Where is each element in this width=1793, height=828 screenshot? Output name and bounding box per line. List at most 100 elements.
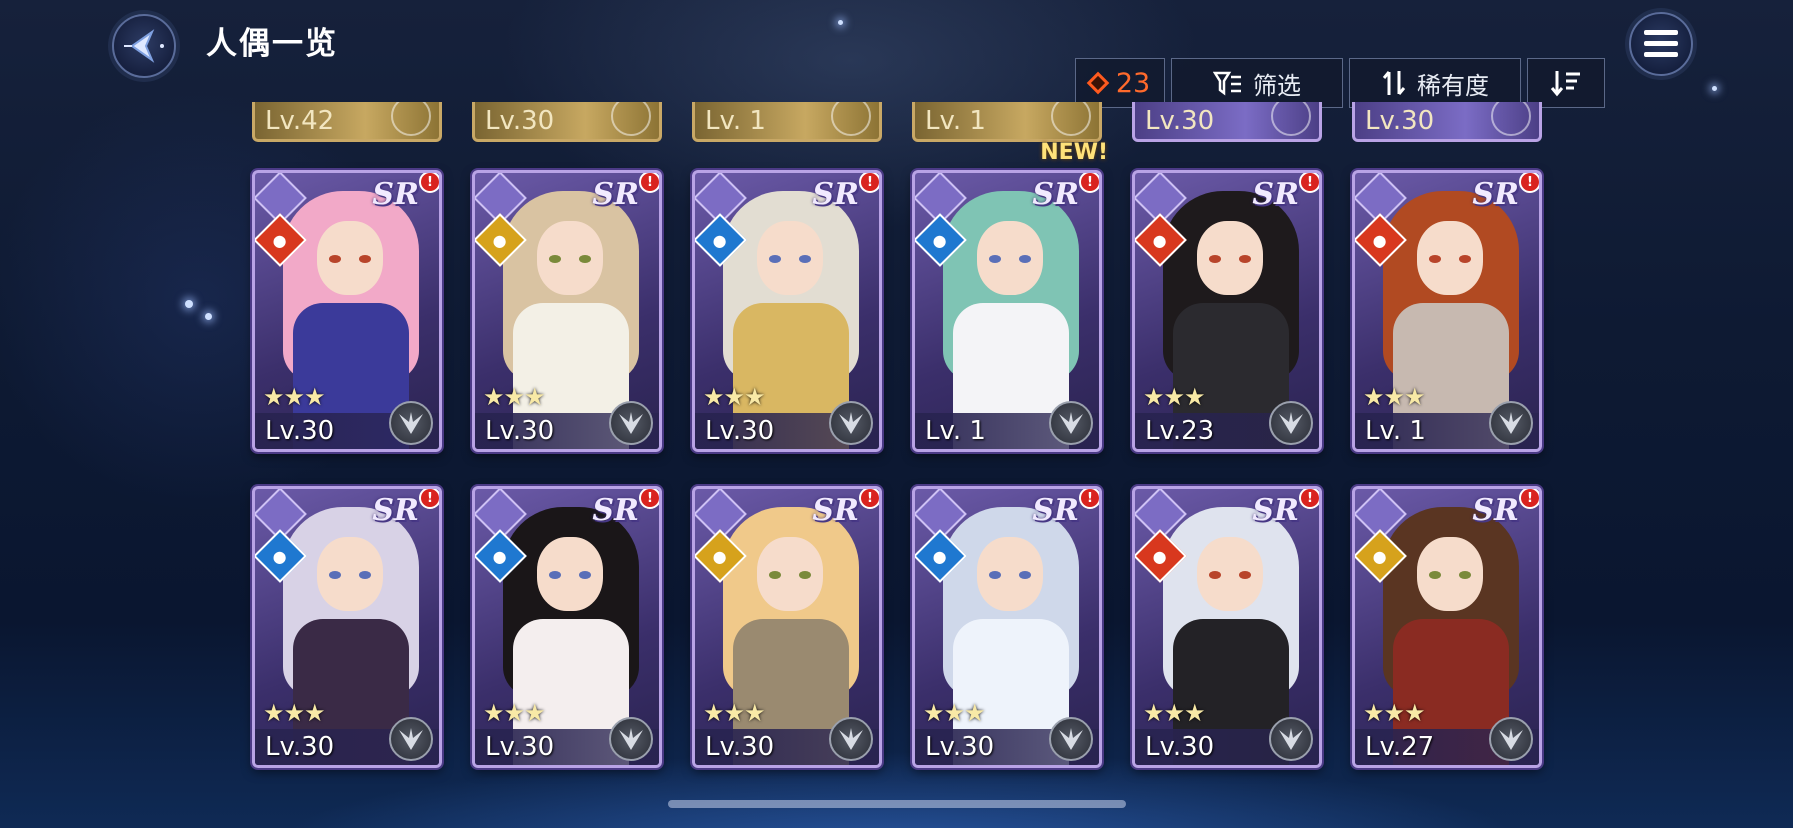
character-eye — [799, 255, 811, 263]
alert-badge-icon: ! — [859, 489, 879, 509]
character-face — [537, 537, 603, 611]
doll-card[interactable]: ● SR ! ★★★ Lv.30 — [472, 170, 662, 452]
rarity-label: SR — [1032, 177, 1079, 212]
card-level: Lv.30 — [705, 416, 775, 446]
partial-card[interactable]: Lv. 1 — [912, 102, 1102, 142]
partial-card-row: Lv.42 Lv.30 Lv. 1 Lv. 1 Lv.30 Lv.30 — [252, 102, 1542, 142]
doll-count-badge: 23 — [1075, 58, 1165, 108]
wing-emblem-icon — [609, 717, 653, 761]
doll-card[interactable]: ● SR ! ★★★ Lv.30 — [692, 170, 882, 452]
alert-badge-icon: ! — [419, 173, 439, 193]
character-eye — [1429, 571, 1441, 579]
wing-emblem-icon — [389, 401, 433, 445]
class-emblem-icon — [611, 102, 651, 136]
doll-card[interactable]: ● SR ! ★★★ Lv.30 — [912, 486, 1102, 768]
home-indicator[interactable] — [668, 800, 1126, 808]
doll-card-grid: ● SR ! ★★★ Lv.30 ● SR ! ★★★ Lv.30 ● SR !… — [252, 140, 1542, 768]
doll-card[interactable]: ● SR ! ★★★ Lv.23 — [1132, 170, 1322, 452]
character-eye — [359, 571, 371, 579]
sparkle — [205, 313, 212, 320]
card-level: Lv.30 — [705, 732, 775, 762]
doll-card[interactable]: ● SR ! ★★★ Lv.30 — [252, 170, 442, 452]
doll-card[interactable]: ● SR ! ★★★ Lv.30 — [1132, 486, 1322, 768]
new-badge: NEW! — [1040, 140, 1108, 165]
rarity-label: SR — [812, 493, 859, 528]
character-face — [977, 537, 1043, 611]
alert-badge-icon: ! — [1079, 173, 1099, 193]
card-level: Lv.30 — [1145, 732, 1215, 762]
menu-button[interactable] — [1629, 12, 1693, 76]
sort-descending-icon — [1550, 71, 1580, 97]
doll-card[interactable]: ● SR ! ★★★ Lv.30 — [472, 486, 662, 768]
toolbar: 23 筛选 稀有度 — [1075, 58, 1605, 108]
character-eye — [989, 571, 1001, 579]
class-emblem-icon — [391, 102, 431, 136]
alert-badge-icon: ! — [1519, 489, 1539, 509]
partial-card[interactable]: Lv.42 — [252, 102, 442, 142]
rarity-label: SR — [812, 177, 859, 212]
star-rating: ★★★ — [1143, 699, 1206, 727]
sort-rarity-button[interactable]: 稀有度 — [1349, 58, 1521, 108]
doll-card[interactable]: ● SR ! ★★★ Lv.27 — [1352, 486, 1542, 768]
wing-emblem-icon — [829, 401, 873, 445]
partial-card[interactable]: Lv.30 — [1352, 102, 1542, 142]
filter-label: 筛选 — [1253, 71, 1301, 100]
alert-badge-icon: ! — [1299, 489, 1319, 509]
rarity-label: SR — [372, 177, 419, 212]
card-level: Lv.27 — [1365, 732, 1435, 762]
sort-label: 稀有度 — [1417, 71, 1489, 100]
card-level: Lv.30 — [925, 732, 995, 762]
doll-card-wrapper: ● SR ! Lv. 1 NEW! — [912, 140, 1108, 452]
wing-emblem-icon — [1049, 717, 1093, 761]
character-eye — [989, 255, 1001, 263]
character-face — [977, 221, 1043, 295]
card-level: Lv. 1 — [705, 105, 766, 136]
character-eye — [1209, 255, 1221, 263]
character-eye — [1239, 255, 1251, 263]
back-arrow-icon — [124, 29, 164, 63]
wing-emblem-icon — [1489, 401, 1533, 445]
partial-card[interactable]: Lv. 1 — [692, 102, 882, 142]
alert-badge-icon: ! — [1079, 489, 1099, 509]
partial-card[interactable]: Lv.30 — [1132, 102, 1322, 142]
card-level: Lv. 1 — [925, 416, 986, 446]
filter-button[interactable]: 筛选 — [1171, 58, 1343, 108]
class-emblem-icon — [831, 102, 871, 136]
character-eye — [1429, 255, 1441, 263]
rarity-label: SR — [1252, 493, 1299, 528]
sort-order-button[interactable] — [1527, 58, 1605, 108]
character-eye — [549, 571, 561, 579]
card-level: Lv.30 — [265, 732, 335, 762]
character-eye — [579, 571, 591, 579]
rarity-label: SR — [1032, 493, 1079, 528]
wing-emblem-icon — [389, 717, 433, 761]
star-rating: ★★★ — [1363, 383, 1426, 411]
rarity-label: SR — [1472, 177, 1519, 212]
character-face — [1417, 537, 1483, 611]
star-rating: ★★★ — [923, 699, 986, 727]
card-level: Lv.30 — [485, 105, 555, 136]
card-level: Lv. 1 — [925, 105, 986, 136]
card-level: Lv.30 — [265, 416, 335, 446]
character-eye — [1459, 255, 1471, 263]
character-eye — [329, 571, 341, 579]
alert-badge-icon: ! — [639, 173, 659, 193]
doll-card[interactable]: ● SR ! Lv. 1 — [912, 170, 1102, 452]
rarity-label: SR — [592, 493, 639, 528]
alert-badge-icon: ! — [1519, 173, 1539, 193]
rarity-label: SR — [1472, 493, 1519, 528]
rarity-label: SR — [592, 177, 639, 212]
doll-count: 23 — [1115, 67, 1151, 99]
character-eye — [1019, 255, 1031, 263]
partial-card[interactable]: Lv.30 — [472, 102, 662, 142]
doll-card[interactable]: ● SR ! ★★★ Lv.30 — [692, 486, 882, 768]
doll-card[interactable]: ● SR ! ★★★ Lv. 1 — [1352, 170, 1542, 452]
alert-badge-icon: ! — [419, 489, 439, 509]
class-emblem-icon — [1271, 102, 1311, 136]
character-eye — [769, 255, 781, 263]
alert-badge-icon: ! — [1299, 173, 1319, 193]
card-level: Lv.30 — [485, 732, 555, 762]
back-button[interactable] — [112, 14, 176, 78]
star-rating: ★★★ — [1143, 383, 1206, 411]
doll-card[interactable]: ● SR ! ★★★ Lv.30 — [252, 486, 442, 768]
